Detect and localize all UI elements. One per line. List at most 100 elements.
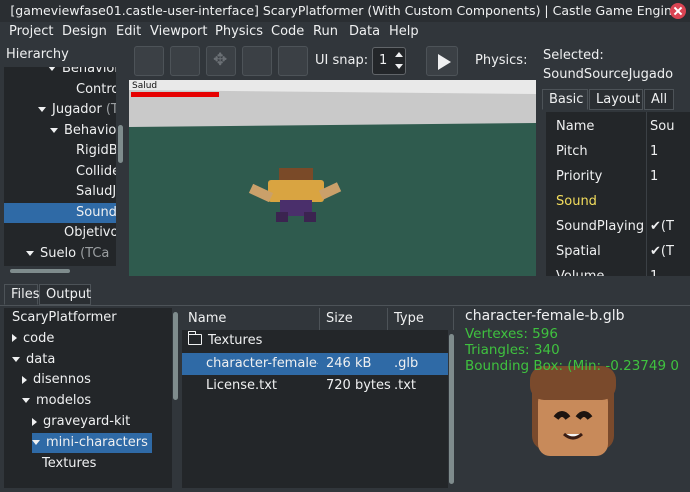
collapse-arrow-icon[interactable] <box>12 334 17 343</box>
property-value[interactable]: ✔(T <box>650 239 674 264</box>
menu-item-help[interactable]: Help <box>389 24 419 39</box>
spin-down-icon[interactable] <box>395 64 403 69</box>
menu-item-physics[interactable]: Physics <box>215 24 263 39</box>
files-tree-item[interactable]: data <box>12 350 55 370</box>
files-tree[interactable]: ScaryPlatformer code data disennos modelos gr… <box>4 308 172 488</box>
property-row[interactable]: Spatial ✔(T <box>546 239 690 264</box>
column-header-size[interactable]: Size <box>320 308 388 330</box>
property-value[interactable]: 1 <box>650 139 658 164</box>
spin-up-icon[interactable] <box>395 52 403 57</box>
tab-basic[interactable]: Basic <box>542 89 588 110</box>
inspector-header: Selected: SoundSourceJugado <box>543 46 690 88</box>
menu-item-code[interactable]: Code <box>271 24 304 39</box>
selected-label: Selected: <box>543 48 604 63</box>
property-row[interactable]: Priority 1 <box>546 164 690 189</box>
files-tree-item[interactable]: disennos <box>22 370 91 390</box>
window-titlebar: [gameviewfase01.castle-user-interface] S… <box>0 0 690 22</box>
tool-rotate-button[interactable] <box>242 46 272 76</box>
expand-arrow-icon[interactable] <box>26 250 34 256</box>
inspector-tabs: Basic Layout All <box>542 89 690 111</box>
tab-output[interactable]: Output <box>39 284 91 305</box>
tab-files[interactable]: Files <box>4 284 40 305</box>
files-tree-item[interactable]: Textures <box>42 454 96 474</box>
expand-arrow-icon[interactable] <box>22 398 30 404</box>
tab-layout[interactable]: Layout <box>589 89 643 110</box>
tool-move-button[interactable]: ✥ <box>206 46 236 76</box>
tool-select-button[interactable] <box>134 46 164 76</box>
preview-triangles: Triangles: 340 <box>465 342 560 358</box>
hierarchy-item[interactable]: Behavior <box>48 67 120 79</box>
file-size: 246 kB <box>326 355 372 371</box>
hierarchy-item[interactable]: Objetivo <box>50 223 118 243</box>
hierarchy-item[interactable]: SoundS <box>4 202 125 223</box>
files-tree-item[interactable]: mini-characters <box>32 432 152 453</box>
column-header-type[interactable]: Type <box>388 308 454 330</box>
hierarchy-item-type: (TCa <box>80 245 110 261</box>
files-tree-item[interactable]: graveyard-kit <box>32 412 130 432</box>
property-value[interactable]: Sou <box>650 114 674 139</box>
file-name: Textures <box>208 333 263 348</box>
files-tree-item[interactable]: ScaryPlatformer <box>12 308 117 328</box>
menu-item-project[interactable]: Project <box>9 24 53 39</box>
property-name: Priority <box>556 169 603 184</box>
collapse-arrow-icon[interactable] <box>22 375 27 384</box>
files-tree-label: mini-characters <box>46 434 148 450</box>
play-button[interactable] <box>426 46 458 76</box>
close-icon[interactable] <box>670 3 686 19</box>
expand-arrow-icon[interactable] <box>48 67 56 71</box>
tab-all[interactable]: All <box>644 89 674 110</box>
collapse-arrow-icon[interactable] <box>32 417 37 426</box>
property-row[interactable]: Volume 1 <box>546 264 690 276</box>
file-size: 720 bytes <box>326 378 391 393</box>
files-tree-item[interactable]: modelos <box>22 391 91 411</box>
player-character[interactable] <box>246 166 346 236</box>
expand-arrow-icon[interactable] <box>32 439 40 445</box>
property-row[interactable]: Pitch 1 <box>546 139 690 164</box>
hierarchy-hscrollbar[interactable] <box>4 266 116 276</box>
hierarchy-item[interactable]: Jugador (T <box>38 100 119 120</box>
property-value[interactable]: 1 <box>650 264 658 276</box>
ui-snap-spinbox[interactable]: 1 <box>372 47 406 75</box>
hierarchy-scroll-thumb[interactable] <box>118 125 123 163</box>
files-tree-scroll-thumb[interactable] <box>173 312 178 400</box>
menu-item-viewport[interactable]: Viewport <box>150 24 208 39</box>
menu-item-run[interactable]: Run <box>313 24 338 39</box>
file-list-scroll-thumb[interactable] <box>449 334 454 484</box>
expand-arrow-icon[interactable] <box>50 127 58 133</box>
property-value[interactable]: 1 <box>650 164 658 189</box>
hierarchy-item[interactable]: Control <box>62 80 123 100</box>
property-row[interactable]: Name Sou <box>546 114 690 139</box>
hierarchy-scrollbar[interactable] <box>116 67 126 275</box>
hierarchy-item[interactable]: Behavior <box>50 121 122 141</box>
property-value[interactable]: ✔(T <box>650 214 674 239</box>
property-row[interactable]: SoundPlaying ✔(T <box>546 214 690 239</box>
bottom-divider <box>0 305 690 306</box>
property-row[interactable]: Sound <box>546 189 690 214</box>
menu-item-design[interactable]: Design <box>62 24 107 39</box>
file-row[interactable]: character-female-b.glb 246 kB .glb <box>182 352 448 375</box>
hierarchy-tree[interactable]: Behavior Control Jugador (T Behavior RigidBc C… <box>4 67 126 275</box>
hierarchy-item-label: Behavior <box>62 67 120 76</box>
file-name: character-female-b.glb <box>206 355 318 371</box>
expand-arrow-icon[interactable] <box>38 107 46 112</box>
file-list[interactable]: NameSizeType Textures character-female-b.… <box>182 308 454 488</box>
menu-item-data[interactable]: Data <box>349 24 380 39</box>
menu-item-edit[interactable]: Edit <box>116 24 141 39</box>
hierarchy-hscroll-thumb[interactable] <box>10 269 70 273</box>
game-viewport[interactable]: Salud <box>129 80 536 276</box>
hierarchy-item-label: Suelo <box>40 245 77 261</box>
tool-interact-button[interactable] <box>170 46 200 76</box>
model-preview: character-female-b.glb Vertexes: 596 Tri… <box>458 308 690 492</box>
tool-scale-button[interactable] <box>278 46 308 76</box>
file-list-scrollbar[interactable] <box>448 330 456 488</box>
files-tree-item[interactable]: code <box>12 329 54 349</box>
selected-name: SoundSourceJugado <box>543 67 674 82</box>
inspector-grid[interactable]: Name Sou Pitch 1 Priority 1 Sound SoundPlaying ✔… <box>546 112 690 276</box>
file-row[interactable]: License.txt 720 bytes .txt <box>182 375 448 397</box>
hierarchy-item[interactable]: Suelo (TCa <box>26 244 109 264</box>
expand-arrow-icon[interactable] <box>12 356 20 362</box>
files-tree-scrollbar[interactable] <box>172 308 180 488</box>
hierarchy-header: Hierarchy <box>0 43 129 67</box>
column-header-name[interactable]: Name <box>182 308 320 330</box>
file-row[interactable]: Textures <box>182 330 448 352</box>
